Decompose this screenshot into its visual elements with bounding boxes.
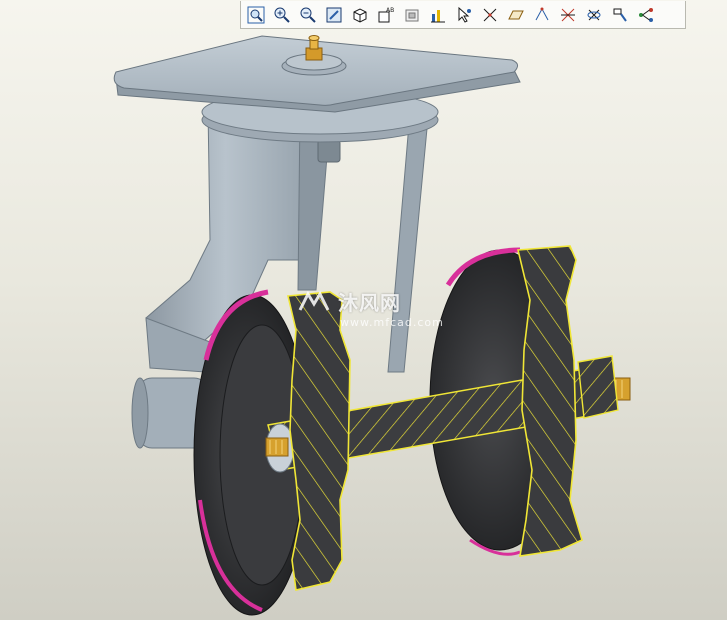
plane-display-button[interactable] bbox=[503, 3, 528, 27]
plane-display-icon bbox=[507, 10, 524, 19]
repaint-button[interactable] bbox=[399, 3, 424, 27]
orient-view-button[interactable] bbox=[347, 3, 372, 27]
select-point-icon bbox=[458, 6, 471, 23]
zoom-window-icon bbox=[247, 6, 264, 23]
zoom-out-button[interactable] bbox=[295, 3, 320, 27]
zoom-in-button[interactable] bbox=[269, 3, 294, 27]
zoom-out-icon bbox=[300, 7, 316, 23]
zoom-window-button[interactable] bbox=[243, 3, 268, 27]
orient-view-icon bbox=[353, 7, 366, 23]
axle-nut-right[interactable] bbox=[577, 355, 619, 419]
named-views-icon: AB bbox=[378, 7, 394, 22]
hub-section-left[interactable] bbox=[287, 291, 351, 591]
watermark-logo-icon bbox=[296, 288, 332, 316]
annotation-display-icon bbox=[613, 8, 627, 22]
svg-text:AB: AB bbox=[386, 7, 394, 14]
watermark: 沐风网 bbox=[296, 287, 401, 316]
annotation-display-button[interactable] bbox=[607, 3, 632, 27]
refit-icon bbox=[326, 7, 341, 22]
csys-display-icon bbox=[560, 8, 575, 21]
refit-button[interactable] bbox=[321, 3, 346, 27]
spin-center-icon bbox=[587, 9, 600, 20]
datum-display-icon bbox=[430, 9, 445, 22]
axle-bolt-left[interactable] bbox=[265, 437, 289, 457]
watermark-site: www.mfcad.com bbox=[340, 316, 444, 329]
axis-display-button[interactable] bbox=[477, 3, 502, 27]
axis-display-icon bbox=[483, 8, 496, 21]
select-point-button[interactable] bbox=[451, 3, 476, 27]
watermark-brand: 沐风网 bbox=[338, 291, 401, 315]
hub-section-right[interactable] bbox=[517, 245, 583, 557]
zoom-in-icon bbox=[274, 7, 290, 23]
model-tree-button[interactable] bbox=[633, 3, 658, 27]
spin-center-button[interactable] bbox=[581, 3, 606, 27]
grease-nipple[interactable] bbox=[305, 35, 323, 61]
point-display-button[interactable] bbox=[529, 3, 554, 27]
repaint-icon bbox=[405, 9, 418, 21]
model-tree-icon bbox=[638, 7, 653, 22]
datum-display-button[interactable] bbox=[425, 3, 450, 27]
named-views-button[interactable]: AB bbox=[373, 3, 398, 27]
point-display-icon bbox=[535, 7, 548, 20]
view-toolbar: AB bbox=[240, 1, 686, 29]
csys-display-button[interactable] bbox=[555, 3, 580, 27]
